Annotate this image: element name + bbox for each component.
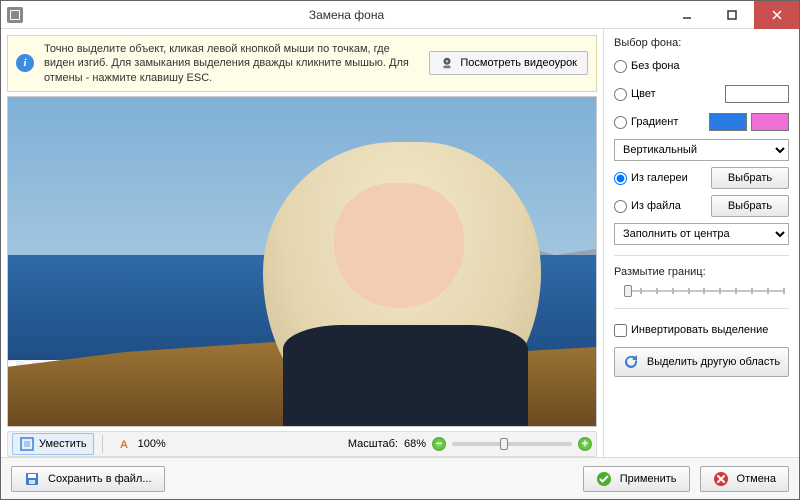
background-panel: Выбор фона: Без фона Цвет Градиент Верти… bbox=[603, 29, 799, 457]
radio-gallery[interactable] bbox=[614, 172, 627, 185]
watch-video-button[interactable]: Посмотреть видеоурок bbox=[429, 51, 588, 75]
radio-none-label: Без фона bbox=[631, 60, 680, 72]
apply-label: Применить bbox=[620, 473, 677, 485]
canvas-statusbar: Уместить A 100% Масштаб: 68% − + bbox=[7, 431, 597, 457]
file-choose-button[interactable]: Выбрать bbox=[711, 195, 789, 217]
invert-label: Инвертировать выделение bbox=[631, 324, 768, 336]
invert-checkbox[interactable] bbox=[614, 324, 627, 337]
radio-none[interactable] bbox=[614, 60, 627, 73]
fit-label: Уместить bbox=[39, 438, 87, 450]
zoom-100-button[interactable]: A 100% bbox=[111, 433, 173, 455]
image-canvas[interactable] bbox=[7, 96, 597, 427]
scale-label: Масштаб: bbox=[348, 438, 398, 450]
zoom-100-label: 100% bbox=[138, 438, 166, 450]
gradient-direction-select[interactable]: Вертикальный bbox=[614, 139, 789, 161]
fit-to-window-button[interactable]: Уместить bbox=[12, 433, 94, 455]
radio-gradient-label: Градиент bbox=[631, 116, 678, 128]
zoom-in-button[interactable]: + bbox=[578, 437, 592, 451]
save-to-file-button[interactable]: Сохранить в файл... bbox=[11, 466, 165, 492]
titlebar: Замена фона bbox=[1, 1, 799, 29]
save-label: Сохранить в файл... bbox=[48, 473, 152, 485]
bg-option-file[interactable]: Из файла Выбрать bbox=[614, 195, 789, 217]
footer: Сохранить в файл... Применить Отмена bbox=[1, 457, 799, 499]
bg-option-none[interactable]: Без фона bbox=[614, 55, 789, 77]
radio-file[interactable] bbox=[614, 200, 627, 213]
blur-slider[interactable] bbox=[614, 284, 789, 298]
fill-mode-select[interactable]: Заполнить от центра bbox=[614, 223, 789, 245]
svg-text:A: A bbox=[120, 439, 128, 451]
scale-value: 68% bbox=[404, 438, 426, 450]
zoom-slider-thumb[interactable] bbox=[500, 438, 508, 450]
info-icon: i bbox=[16, 54, 34, 72]
bg-option-gradient[interactable]: Градиент bbox=[614, 111, 789, 133]
window-controls bbox=[664, 1, 799, 29]
radio-gradient[interactable] bbox=[614, 116, 627, 129]
divider bbox=[614, 255, 789, 256]
maximize-button[interactable] bbox=[709, 1, 754, 29]
fit-icon bbox=[19, 436, 35, 452]
bg-option-color[interactable]: Цвет bbox=[614, 83, 789, 105]
close-button[interactable] bbox=[754, 1, 799, 29]
cancel-label: Отмена bbox=[737, 473, 776, 485]
blur-heading: Размытие границ: bbox=[614, 266, 789, 278]
gallery-choose-button[interactable]: Выбрать bbox=[711, 167, 789, 189]
composited-image bbox=[8, 97, 596, 426]
gradient-swatch-b[interactable] bbox=[751, 113, 789, 131]
main-area: i Точно выделите объект, кликая левой кн… bbox=[1, 29, 799, 457]
zoom-slider[interactable] bbox=[452, 442, 572, 446]
app-icon bbox=[7, 7, 23, 23]
cancel-icon bbox=[713, 471, 729, 487]
radio-color[interactable] bbox=[614, 88, 627, 101]
divider bbox=[614, 308, 789, 309]
blur-slider-thumb[interactable] bbox=[624, 285, 632, 297]
check-icon bbox=[596, 471, 612, 487]
floppy-icon bbox=[24, 471, 40, 487]
hint-bar: i Точно выделите объект, кликая левой кн… bbox=[7, 35, 597, 92]
hundred-icon: A bbox=[118, 436, 134, 452]
watch-video-label: Посмотреть видеоурок bbox=[460, 57, 577, 69]
webcam-icon bbox=[440, 56, 454, 70]
minimize-button[interactable] bbox=[664, 1, 709, 29]
reselect-label: Выделить другую область bbox=[647, 356, 780, 368]
editor-pane: i Точно выделите объект, кликая левой кн… bbox=[1, 29, 603, 457]
bg-heading: Выбор фона: bbox=[614, 37, 789, 49]
radio-color-label: Цвет bbox=[631, 88, 656, 100]
window-title: Замена фона bbox=[29, 8, 664, 22]
cancel-button[interactable]: Отмена bbox=[700, 466, 789, 492]
radio-gallery-label: Из галереи bbox=[631, 172, 688, 184]
radio-file-label: Из файла bbox=[631, 200, 681, 212]
separator bbox=[102, 435, 103, 453]
color-swatch[interactable] bbox=[725, 85, 789, 103]
bg-option-gallery[interactable]: Из галереи Выбрать bbox=[614, 167, 789, 189]
refresh-icon bbox=[623, 354, 639, 370]
reselect-area-button[interactable]: Выделить другую область bbox=[614, 347, 789, 377]
hint-text: Точно выделите объект, кликая левой кноп… bbox=[44, 42, 419, 85]
zoom-out-button[interactable]: − bbox=[432, 437, 446, 451]
apply-button[interactable]: Применить bbox=[583, 466, 690, 492]
gradient-swatch-a[interactable] bbox=[709, 113, 747, 131]
invert-row[interactable]: Инвертировать выделение bbox=[614, 319, 789, 341]
